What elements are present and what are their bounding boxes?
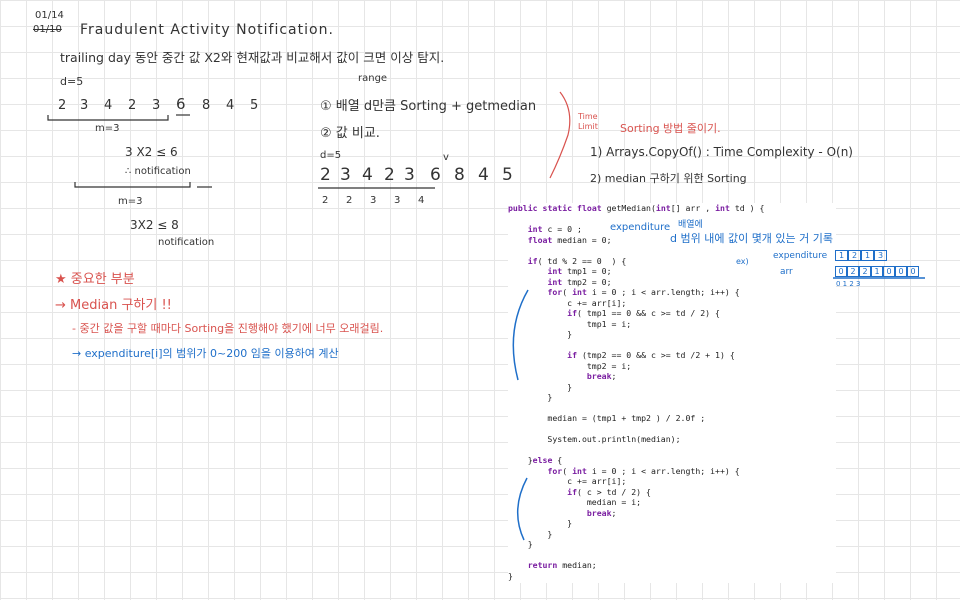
- red-bracket: [549, 91, 571, 179]
- brace-left-2: [74, 182, 191, 188]
- blue-brace-1: [512, 289, 529, 381]
- brace-left-1: [47, 115, 169, 121]
- blue-brace-2: [516, 477, 528, 541]
- handwritten-strokes: [47, 91, 925, 541]
